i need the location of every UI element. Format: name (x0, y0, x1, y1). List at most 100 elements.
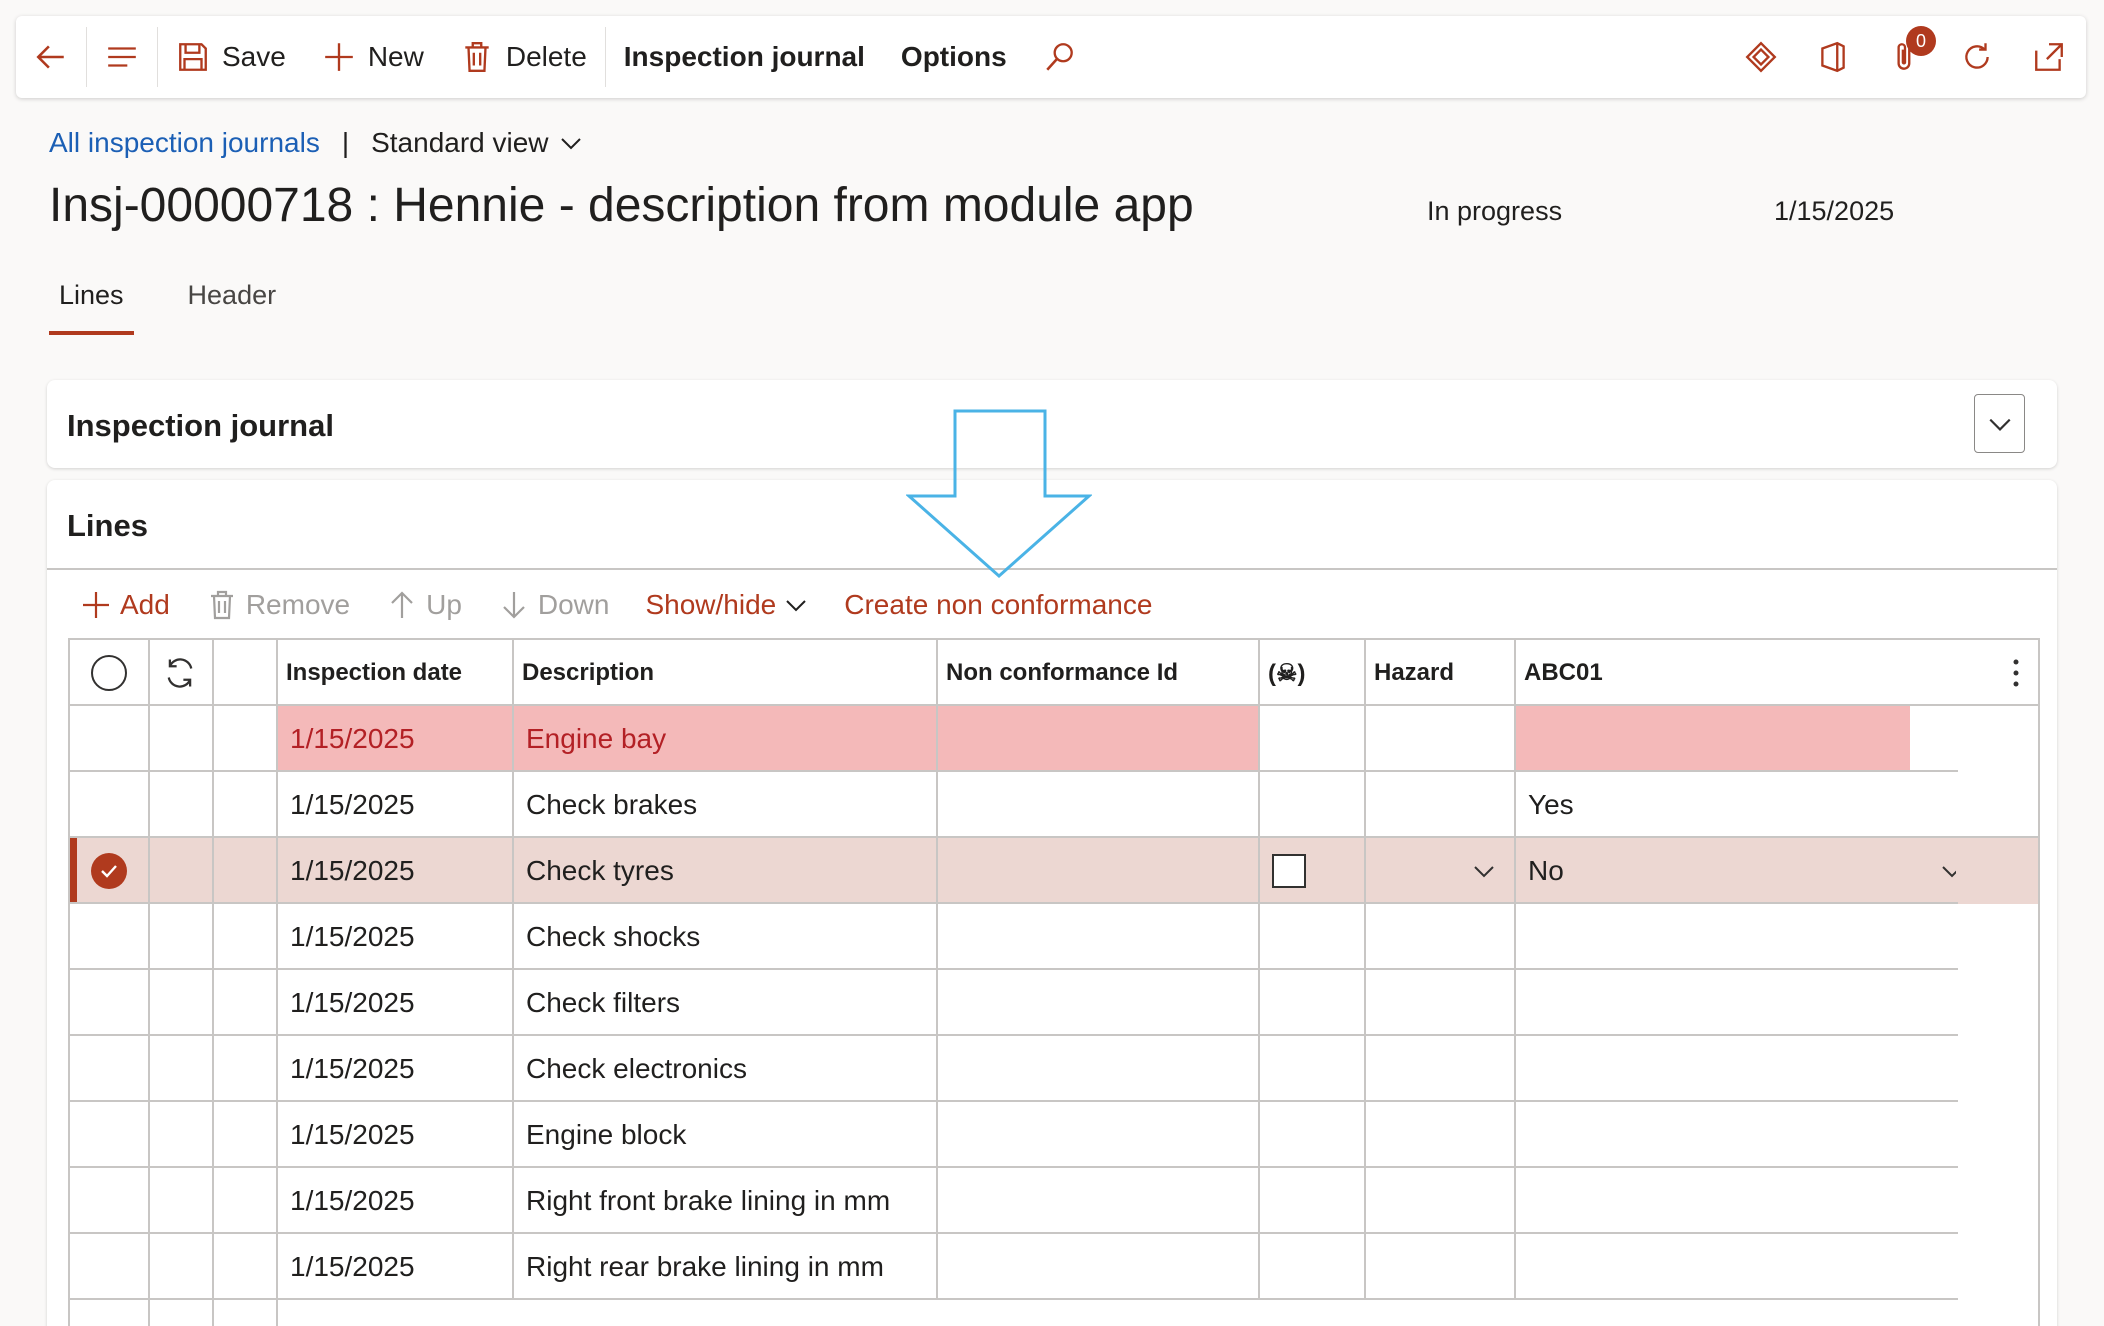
cell-non-conformance-id[interactable] (938, 1168, 1258, 1234)
cell-non-conformance-id[interactable] (938, 1036, 1258, 1102)
table-row[interactable]: 1/15/2025 Check shocks (70, 904, 2038, 970)
cell-abc01[interactable] (1516, 706, 1910, 772)
cell-abc01[interactable] (1516, 1234, 1956, 1300)
cell-abc01[interactable] (1516, 1036, 1956, 1102)
refresh-cell[interactable] (148, 640, 212, 706)
save-button[interactable]: Save (158, 16, 304, 98)
all-inspection-journals-link[interactable]: All inspection journals (49, 127, 320, 159)
table-row[interactable]: 1/15/2025 Check electronics (70, 1036, 2038, 1102)
col-abc01[interactable]: ABC01 (1516, 640, 1956, 706)
table-row[interactable]: 1/15/2025 Right front brake lining in mm (70, 1168, 2038, 1234)
power-apps-icon[interactable] (1744, 40, 1778, 74)
cell-abc01[interactable]: Yes (1516, 772, 1956, 838)
row-select-cell[interactable] (70, 904, 148, 970)
tab-lines[interactable]: Lines (49, 276, 134, 335)
cell-inspection-date[interactable]: 1/15/2025 (278, 1234, 512, 1300)
table-row[interactable]: 1/15/2025 Right rear brake lining in mm (70, 1234, 2038, 1300)
cell-description[interactable]: Engine block (514, 1102, 936, 1168)
row-select-cell[interactable] (70, 970, 148, 1036)
cell-abc01[interactable]: No (1516, 838, 1956, 904)
select-all-cell[interactable] (70, 640, 148, 706)
cell-description[interactable]: Right front brake lining in mm (514, 1168, 936, 1234)
cell-inspection-date[interactable]: 1/15/2025 (278, 1168, 512, 1234)
row-select-cell[interactable] (70, 772, 148, 838)
expand-button[interactable] (1974, 394, 2025, 453)
cell-inspection-date[interactable]: 1/15/2025 (278, 1036, 512, 1102)
cell-non-conformance-id[interactable] (938, 772, 1258, 838)
cell-description[interactable]: Check electronics (514, 1036, 936, 1102)
cell-non-conformance-id[interactable] (938, 706, 1258, 772)
cell-description[interactable]: Check brakes (514, 772, 936, 838)
delete-button[interactable]: Delete (442, 16, 605, 98)
cell-inspection-date[interactable]: 1/15/2025 (278, 904, 512, 970)
tab-header[interactable]: Header (178, 276, 287, 335)
row-checked-icon[interactable] (91, 853, 127, 889)
col-non-conformance-id[interactable]: Non conformance Id (938, 640, 1260, 706)
cell-non-conformance-id[interactable] (938, 1234, 1258, 1300)
row-divider (70, 968, 1958, 970)
col-inspection-date[interactable]: Inspection date (278, 640, 514, 706)
cell-inspection-date[interactable]: 1/15/2025 (278, 838, 512, 904)
col-hazard[interactable]: Hazard (1366, 640, 1516, 706)
row-select-cell[interactable] (70, 1036, 148, 1102)
inspection-journal-menu[interactable]: Inspection journal (606, 16, 883, 98)
status-text: In progress (1427, 196, 1563, 226)
cell-non-conformance-id[interactable] (938, 970, 1258, 1036)
cell-description[interactable]: Check shocks (514, 904, 936, 970)
cell-description[interactable]: Check tyres (514, 838, 936, 904)
plus-icon (322, 40, 356, 74)
new-button[interactable]: New (304, 16, 442, 98)
cell-abc01[interactable] (1516, 970, 1956, 1036)
move-down-button[interactable]: Down (498, 589, 609, 621)
cell-description[interactable]: Check filters (514, 970, 936, 1036)
col-description[interactable]: Description (514, 640, 938, 706)
row-select-cell[interactable] (70, 1168, 148, 1234)
move-up-button[interactable]: Up (386, 589, 462, 621)
create-non-conformance-button[interactable]: Create non conformance (844, 589, 1152, 621)
table-row[interactable]: 1/15/2025 Engine bay (70, 706, 2038, 772)
cell-description[interactable]: Engine bay (514, 706, 936, 772)
cell-hazard-symbol[interactable] (1260, 838, 1364, 904)
cell-inspection-date[interactable]: 1/15/2025 (278, 1102, 512, 1168)
show-hide-menu[interactable]: Show/hide (645, 589, 808, 621)
row-select-cell[interactable] (70, 838, 148, 904)
cell-abc01[interactable] (1516, 1168, 1956, 1234)
row-divider (70, 836, 2038, 838)
table-row[interactable]: 1/15/2025 Check tyres No (70, 838, 2038, 904)
select-all-radio[interactable] (91, 655, 127, 691)
lines-grid: Inspection date Description Non conforma… (68, 638, 2040, 1326)
add-line-button[interactable]: Add (80, 589, 170, 621)
cell-inspection-date[interactable]: 1/15/2025 (278, 706, 512, 772)
back-button[interactable] (16, 16, 86, 98)
cell-non-conformance-id[interactable] (938, 838, 1258, 904)
search-button[interactable] (1025, 16, 1095, 98)
cell-inspection-date[interactable]: 1/15/2025 (278, 772, 512, 838)
cell-description[interactable]: Right rear brake lining in mm (514, 1234, 936, 1300)
row-divider (70, 1232, 1958, 1234)
hazard-checkbox[interactable] (1272, 854, 1306, 888)
view-selector[interactable]: Standard view (371, 127, 582, 159)
remove-line-button[interactable]: Remove (206, 589, 350, 621)
refresh-icon[interactable] (1960, 40, 1994, 74)
options-menu[interactable]: Options (883, 16, 1025, 98)
breadcrumb-separator: | (341, 127, 350, 158)
col-hazard-symbol[interactable]: (☠) (1260, 640, 1366, 706)
row-select-cell[interactable] (70, 1102, 148, 1168)
table-row[interactable]: 1/15/2025 Check filters (70, 970, 2038, 1036)
cell-non-conformance-id[interactable] (938, 1102, 1258, 1168)
cell-inspection-date[interactable]: 1/15/2025 (278, 970, 512, 1036)
table-row[interactable]: 1/15/2025 Check brakes Yes (70, 772, 2038, 838)
row-select-cell[interactable] (70, 706, 148, 772)
grid-header-row: Inspection date Description Non conforma… (70, 640, 2038, 706)
column-options-button[interactable] (1996, 640, 2036, 706)
row-select-cell[interactable] (70, 1234, 148, 1300)
office-icon[interactable] (1816, 40, 1850, 74)
cell-abc01[interactable] (1516, 904, 1956, 970)
cell-abc01[interactable] (1516, 1102, 1956, 1168)
menu-button[interactable] (87, 16, 157, 98)
cell-hazard[interactable] (1366, 838, 1514, 904)
table-row[interactable]: 1/15/2025 Engine block (70, 1102, 2038, 1168)
cell-non-conformance-id[interactable] (938, 904, 1258, 970)
attachments-icon[interactable]: 0 (1888, 26, 1936, 74)
open-new-window-icon[interactable] (2032, 40, 2066, 74)
